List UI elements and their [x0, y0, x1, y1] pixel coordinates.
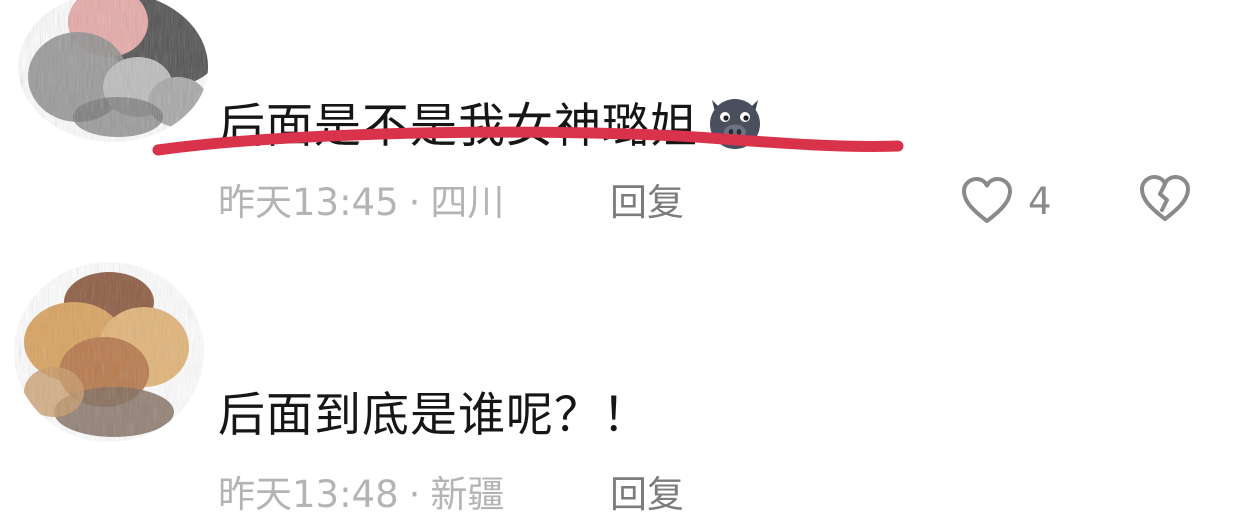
broken-heart-icon [1140, 175, 1190, 221]
blurred-avatar-image [14, 262, 204, 442]
comment-item: 后面到底是谁呢？！ 昨天13:48 · 新疆 回复 [0, 250, 1260, 520]
comment-location: 四川 [430, 181, 505, 224]
meta-separator: · [408, 473, 421, 516]
avatar[interactable] [18, 0, 208, 142]
comment-text: 后面是不是我女神璐姐 [218, 90, 768, 150]
comment-time: 昨天13:45 [218, 181, 399, 224]
meta-separator: · [408, 181, 421, 224]
comment-meta: 昨天13:45 · 四川 [218, 184, 504, 221]
reply-button[interactable]: 回复 [610, 184, 684, 221]
comment-text: 后面到底是谁呢？！ [218, 388, 650, 443]
blurred-avatar-image [18, 0, 208, 142]
reply-button[interactable]: 回复 [610, 476, 684, 513]
like-count: 4 [1028, 179, 1052, 223]
avatar[interactable] [14, 262, 204, 442]
like-button[interactable]: 4 [960, 176, 1052, 226]
pig-face-emoji-icon [702, 90, 768, 150]
comment-location: 新疆 [430, 473, 505, 516]
comment-meta: 昨天13:48 · 新疆 [218, 476, 504, 513]
comment-item: 后面是不是我女神璐姐 昨天13:45 · 四川 回复 4 [0, 0, 1260, 250]
comment-time: 昨天13:48 [218, 473, 399, 516]
dislike-button[interactable] [1138, 174, 1192, 224]
heart-outline-icon [962, 177, 1012, 223]
comment-text-content: 后面是不是我女神璐姐 [218, 99, 698, 154]
